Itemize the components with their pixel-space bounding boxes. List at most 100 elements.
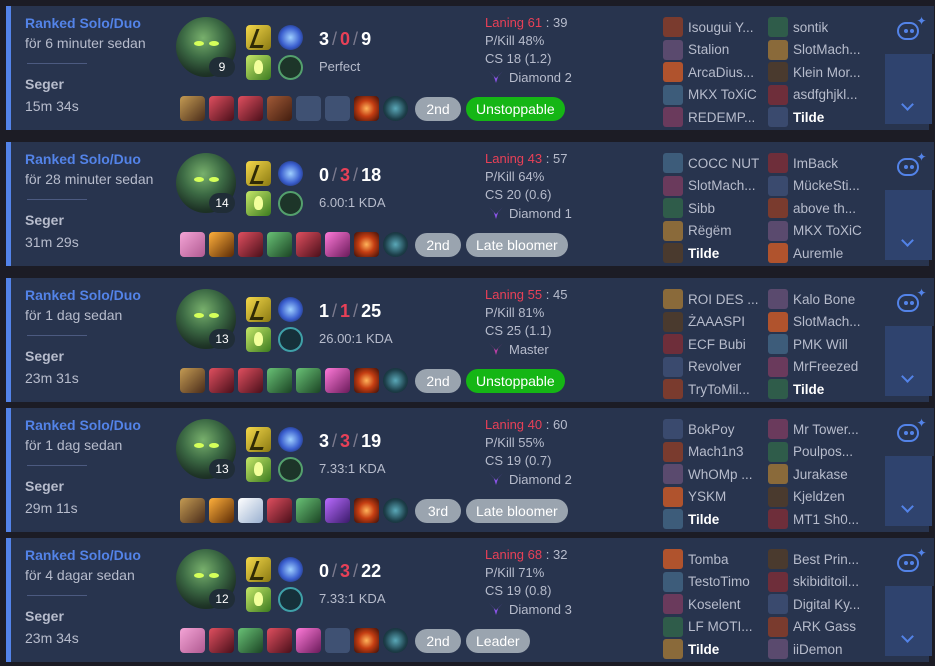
- player-name[interactable]: Rëgëm: [688, 223, 732, 238]
- item-icon[interactable]: [325, 232, 350, 257]
- item-icon[interactable]: [267, 628, 292, 653]
- player-name[interactable]: Tomba: [688, 552, 729, 567]
- player-name[interactable]: Best Prin...: [793, 552, 859, 567]
- item-icon[interactable]: [238, 498, 263, 523]
- champion-avatar-icon[interactable]: [663, 289, 683, 310]
- champion-avatar-icon[interactable]: [663, 639, 683, 660]
- player-name[interactable]: MT1 Sh0...: [793, 512, 859, 527]
- player-row[interactable]: Isougui Y...: [663, 16, 767, 39]
- player-name[interactable]: ŻAAASPI: [688, 314, 745, 329]
- player-row[interactable]: ImBack: [768, 152, 872, 175]
- player-row[interactable]: Stalion: [663, 39, 767, 62]
- item-icon[interactable]: [325, 498, 350, 523]
- player-name[interactable]: ROI DES ...: [688, 292, 759, 307]
- champion-avatar-icon[interactable]: [663, 62, 683, 83]
- player-row[interactable]: Tilde: [768, 378, 872, 401]
- player-row[interactable]: Best Prin...: [768, 548, 872, 571]
- player-row[interactable]: REDEMP...: [663, 106, 767, 129]
- player-row[interactable]: PMK Will: [768, 333, 872, 356]
- player-name[interactable]: Auremle: [793, 246, 843, 261]
- player-name[interactable]: TestoTimo: [688, 574, 750, 589]
- champion-avatar-icon[interactable]: [663, 220, 683, 241]
- player-row[interactable]: Klein Mor...: [768, 61, 872, 84]
- player-name[interactable]: ArcaDius...: [688, 65, 754, 80]
- expand-details-button[interactable]: [885, 326, 932, 396]
- player-name[interactable]: REDEMP...: [688, 110, 755, 125]
- flash-spell-icon[interactable]: [246, 427, 271, 452]
- player-row[interactable]: Revolver: [663, 356, 767, 379]
- champion-avatar-icon[interactable]: [663, 39, 683, 60]
- champion-avatar-icon[interactable]: [768, 198, 788, 219]
- player-row[interactable]: MrFreezed: [768, 356, 872, 379]
- champion-avatar-icon[interactable]: [768, 153, 788, 174]
- player-name[interactable]: Kalo Bone: [793, 292, 855, 307]
- player-name[interactable]: ImBack: [793, 156, 838, 171]
- player-name[interactable]: Kjeldzen: [793, 489, 845, 504]
- match-card[interactable]: Ranked Solo/Duo för 28 minuter sedan Seger…: [6, 142, 934, 266]
- item-icon[interactable]: [238, 96, 263, 121]
- player-name[interactable]: Koselent: [688, 597, 741, 612]
- item-icon[interactable]: [267, 368, 292, 393]
- ignite-spell-icon[interactable]: [246, 327, 271, 352]
- flash-spell-icon[interactable]: [246, 25, 271, 50]
- item-icon[interactable]: [325, 368, 350, 393]
- player-row[interactable]: sontik: [768, 16, 872, 39]
- player-row[interactable]: Digital Ky...: [768, 593, 872, 616]
- expand-details-button[interactable]: [885, 54, 932, 124]
- champion-avatar-icon[interactable]: [663, 84, 683, 105]
- flash-spell-icon[interactable]: [246, 297, 271, 322]
- champion-avatar-icon[interactable]: [663, 419, 683, 440]
- player-name[interactable]: LF MOTI...: [688, 619, 753, 634]
- champion-avatar-icon[interactable]: [768, 175, 788, 196]
- player-row[interactable]: YSKM: [663, 486, 767, 509]
- ward-item-icon[interactable]: [354, 96, 379, 121]
- player-name[interactable]: iiDemon: [793, 642, 843, 657]
- primary-rune-icon[interactable]: [278, 161, 303, 186]
- player-row[interactable]: SlotMach...: [663, 175, 767, 198]
- exhaust-spell-icon[interactable]: [246, 55, 271, 80]
- player-row[interactable]: Kalo Bone: [768, 288, 872, 311]
- champion-avatar-icon[interactable]: [768, 509, 788, 530]
- player-name[interactable]: ARK Gass: [793, 619, 856, 634]
- item-icon[interactable]: [180, 368, 205, 393]
- ward-item-icon[interactable]: [354, 498, 379, 523]
- champion-avatar-icon[interactable]: [663, 175, 683, 196]
- item-icon[interactable]: [296, 368, 321, 393]
- champion-avatar-icon[interactable]: [768, 17, 788, 38]
- player-row[interactable]: Tilde: [768, 106, 872, 129]
- champion-avatar-icon[interactable]: [663, 311, 683, 332]
- primary-rune-icon[interactable]: [278, 297, 303, 322]
- item-icon[interactable]: [180, 498, 205, 523]
- champion-avatar-icon[interactable]: [768, 616, 788, 637]
- player-row[interactable]: Mr Tower...: [768, 418, 872, 441]
- player-row[interactable]: Tilde: [663, 508, 767, 531]
- player-name[interactable]: Tilde: [793, 382, 824, 397]
- player-name[interactable]: Stalion: [688, 42, 729, 57]
- player-name[interactable]: SlotMach...: [793, 314, 861, 329]
- player-row[interactable]: asdfghjkl...: [768, 84, 872, 107]
- match-card[interactable]: Ranked Solo/Duo för 1 dag sedan Seger 29m 1…: [6, 408, 934, 532]
- flash-spell-icon[interactable]: [246, 557, 271, 582]
- player-row[interactable]: Auremle: [768, 242, 872, 265]
- item-icon[interactable]: [296, 628, 321, 653]
- item-icon[interactable]: [238, 628, 263, 653]
- champion-avatar-icon[interactable]: [663, 107, 683, 128]
- flash-spell-icon[interactable]: [246, 161, 271, 186]
- champion-avatar-icon[interactable]: [768, 84, 788, 105]
- player-name[interactable]: YSKM: [688, 489, 726, 504]
- ignite-spell-icon[interactable]: [246, 457, 271, 482]
- player-row[interactable]: Rëgëm: [663, 220, 767, 243]
- match-card[interactable]: Ranked Solo/Duo för 1 dag sedan Seger 23m 3…: [6, 278, 934, 402]
- champion-avatar-icon[interactable]: [768, 594, 788, 615]
- trinket-lens-icon[interactable]: [383, 498, 408, 523]
- trinket-lens-icon[interactable]: [383, 628, 408, 653]
- champion-avatar-icon[interactable]: [768, 571, 788, 592]
- item-icon[interactable]: [267, 498, 292, 523]
- item-icon[interactable]: [267, 96, 292, 121]
- champion-avatar-icon[interactable]: [768, 441, 788, 462]
- champion-avatar-icon[interactable]: [768, 379, 788, 400]
- champion-avatar-icon[interactable]: [663, 17, 683, 38]
- champion-avatar-icon[interactable]: [768, 220, 788, 241]
- player-row[interactable]: Tomba: [663, 548, 767, 571]
- champion-avatar-icon[interactable]: [768, 356, 788, 377]
